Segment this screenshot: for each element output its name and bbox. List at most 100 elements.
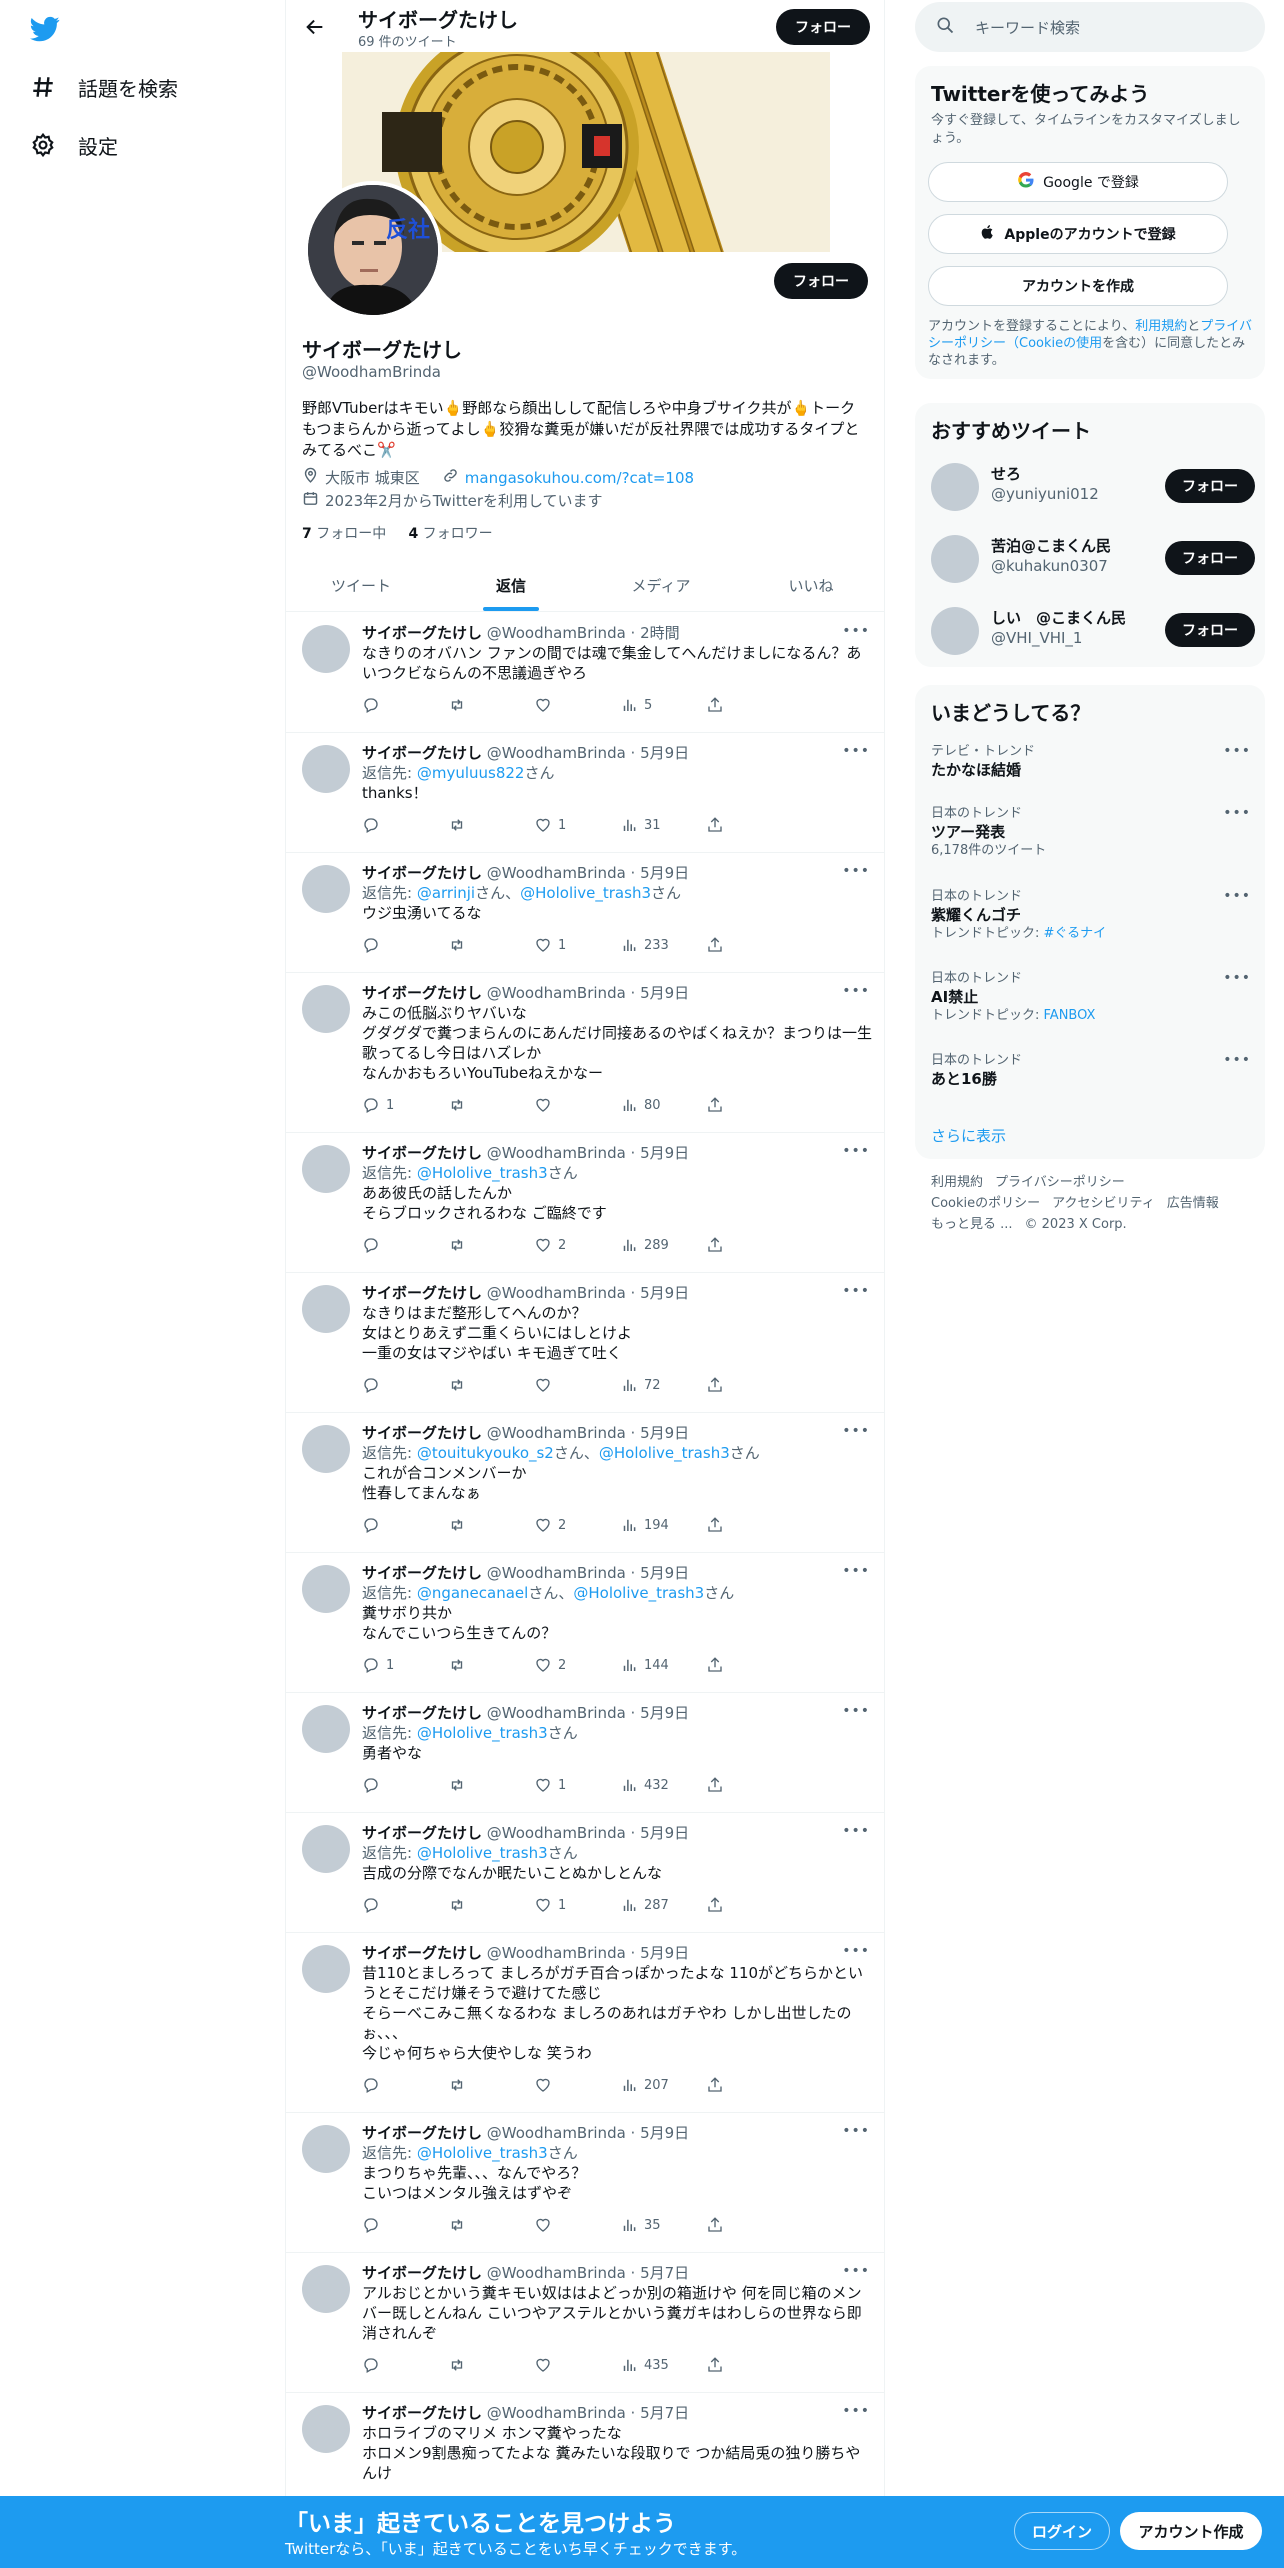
tweet[interactable]: ••• サイボーグたけし @WoodhamBrinda · 5月9日 返信先: @H… [286,1133,884,1273]
retweet-button[interactable] [448,1095,534,1115]
reply-to-link[interactable]: @Hololive_trash3 [573,1584,704,1602]
follow-button[interactable]: フォロー [1165,613,1255,647]
reply-button[interactable] [362,2075,448,2095]
views-button[interactable]: 5 [620,695,706,715]
reply-to-link[interactable]: @Hololive_trash3 [417,1164,548,1182]
search-input[interactable]: キーワード検索 [975,17,1080,38]
avatar[interactable] [302,1145,350,1193]
tweet[interactable]: ••• サイボーグたけし @WoodhamBrinda · 5月9日 昔110とまし… [286,1933,884,2113]
tweet-handle-time[interactable]: @WoodhamBrinda · 5月9日 [487,1284,689,1302]
retweet-button[interactable] [448,2215,534,2235]
footer-link[interactable]: プライバシーポリシー [995,1175,1125,1190]
share-button[interactable] [706,1235,792,1255]
more-options-icon[interactable]: ••• [1223,743,1251,759]
trend-item[interactable]: 日本のトレンド 紫耀くんゴチ トレンドトピック: #ぐるナイ ••• [931,888,1251,942]
nav-settings[interactable]: 設定 [28,130,118,160]
tweet-handle-time[interactable]: @WoodhamBrinda · 5月9日 [487,984,689,1002]
reply-to-link[interactable]: @Hololive_trash3 [417,1724,548,1742]
tweet[interactable]: ••• サイボーグたけし @WoodhamBrinda · 5月9日 返信先: @a… [286,853,884,973]
back-arrow-icon[interactable] [300,12,330,42]
more-options-icon[interactable]: ••• [1223,805,1251,821]
tweet-author-name[interactable]: サイボーグたけし [362,1944,482,1962]
tweet-handle-time[interactable]: @WoodhamBrinda · 5月9日 [487,1944,689,1962]
tweet-handle-time[interactable]: @WoodhamBrinda · 5月9日 [487,1824,689,1842]
tweet-author-name[interactable]: サイボーグたけし [362,1824,482,1842]
create-account-button[interactable]: アカウントを作成 [928,266,1228,306]
like-button[interactable] [534,2075,620,2095]
recommended-user[interactable]: しい @こまくん民 @VHI_VHI_1 フォロー [931,603,1255,659]
reply-button[interactable] [362,1235,448,1255]
avatar[interactable] [931,463,979,511]
tweet-handle-time[interactable]: @WoodhamBrinda · 5月7日 [487,2404,689,2422]
trend-topic-link[interactable]: FANBOX [1044,1008,1096,1023]
avatar[interactable] [302,985,350,1033]
share-button[interactable] [706,1655,792,1675]
footer-link[interactable]: アクセシビリティ [1052,1196,1155,1211]
tab-likes[interactable]: いいね [736,560,884,611]
recommended-user[interactable]: せろ @yuniyuni012 フォロー [931,459,1255,515]
views-button[interactable]: 432 [620,1775,706,1795]
tweet[interactable]: ••• サイボーグたけし @WoodhamBrinda · 5月9日 返信先: @m… [286,733,884,853]
retweet-button[interactable] [448,815,534,835]
avatar[interactable] [302,1825,350,1873]
reply-button[interactable] [362,1375,448,1395]
reply-button[interactable] [362,1775,448,1795]
footer-link[interactable]: 利用規約 [931,1175,983,1190]
reply-button[interactable]: 1 [362,1095,448,1115]
reply-button[interactable] [362,2215,448,2235]
reply-to-link[interactable]: @Hololive_trash3 [599,1444,730,1462]
show-more-link[interactable]: さらに表示 [931,1125,1006,1146]
followers-link[interactable]: 4 フォロワー [408,526,492,542]
tweet[interactable]: ••• サイボーグたけし @WoodhamBrinda · 5月9日 みこの低脳ぶり… [286,973,884,1133]
search-bar[interactable]: キーワード検索 [915,2,1265,52]
avatar[interactable] [931,607,979,655]
tweet[interactable]: ••• サイボーグたけし @WoodhamBrinda · 2時間 なきりのオバハン… [286,613,884,733]
tweet-author-name[interactable]: サイボーグたけし [362,1284,482,1302]
more-options-icon[interactable]: ••• [1223,970,1251,986]
share-button[interactable] [706,1775,792,1795]
views-button[interactable]: 287 [620,1895,706,1915]
profile-avatar[interactable]: 反社 [304,181,442,319]
share-button[interactable] [706,2355,792,2375]
like-button[interactable] [534,1375,620,1395]
share-button[interactable] [706,695,792,715]
footer-link[interactable]: Cookieのポリシー [931,1196,1040,1211]
tab-tweets[interactable]: ツイート [286,560,436,611]
twitter-logo-icon[interactable] [28,14,62,44]
retweet-button[interactable] [448,695,534,715]
trend-item[interactable]: 日本のトレンド ツアー発表 6,178件のツイート ••• [931,805,1251,859]
tweet-author-name[interactable]: サイボーグたけし [362,1704,482,1722]
apple-signup-button[interactable]: Appleのアカウントで登録 [928,214,1228,254]
reply-button[interactable] [362,815,448,835]
tweet-author-name[interactable]: サイボーグたけし [362,1424,482,1442]
share-button[interactable] [706,1095,792,1115]
footer-link[interactable]: 広告情報 [1167,1196,1219,1211]
tweet[interactable]: ••• サイボーグたけし @WoodhamBrinda · 5月9日 返信先: @t… [286,1413,884,1553]
retweet-button[interactable] [448,1895,534,1915]
signup-button[interactable]: アカウント作成 [1120,2512,1262,2550]
views-button[interactable]: 35 [620,2215,706,2235]
reply-to-link[interactable]: @myuluus822 [417,764,525,782]
tweet-handle-time[interactable]: @WoodhamBrinda · 5月7日 [487,2264,689,2282]
views-button[interactable]: 72 [620,1375,706,1395]
reply-button[interactable] [362,1895,448,1915]
retweet-button[interactable] [448,2075,534,2095]
retweet-button[interactable] [448,1775,534,1795]
retweet-button[interactable] [448,1235,534,1255]
retweet-button[interactable] [448,1655,534,1675]
header-follow-button[interactable]: フォロー [776,9,870,45]
follow-button[interactable]: フォロー [1165,469,1255,503]
tweet-author-name[interactable]: サイボーグたけし [362,864,482,882]
reply-to-link[interactable]: @arrinji [417,884,475,902]
more-options-icon[interactable]: ••• [1223,888,1251,904]
like-button[interactable] [534,1095,620,1115]
share-button[interactable] [706,1375,792,1395]
tweet[interactable]: ••• サイボーグたけし @WoodhamBrinda · 5月9日 返信先: @H… [286,1693,884,1813]
tweet[interactable]: ••• サイボーグたけし @WoodhamBrinda · 5月9日 返信先: @H… [286,1813,884,1933]
like-button[interactable] [534,2355,620,2375]
tweet[interactable]: ••• サイボーグたけし @WoodhamBrinda · 5月9日 返信先: @n… [286,1553,884,1693]
share-button[interactable] [706,2075,792,2095]
profile-url-link[interactable]: mangasokuhou.com/?cat=108 [465,468,694,489]
views-button[interactable]: 233 [620,935,706,955]
like-button[interactable]: 1 [534,1895,620,1915]
